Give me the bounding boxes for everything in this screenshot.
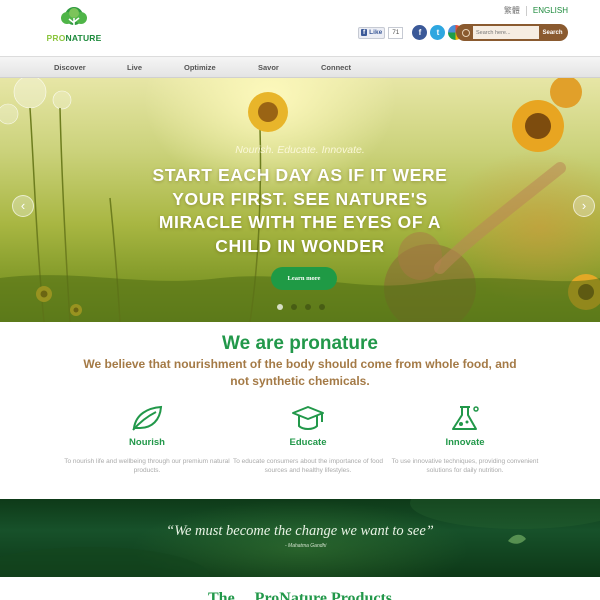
search-input[interactable] — [473, 26, 539, 39]
quote-banner: “We must become the change we want to se… — [0, 499, 600, 577]
leaf-icon — [62, 404, 232, 434]
search-box: Search — [456, 24, 568, 41]
slider-next-arrow-icon[interactable]: › — [573, 195, 595, 217]
pillar-title: Nourish — [129, 437, 165, 448]
learn-more-button[interactable]: Learn more — [271, 267, 337, 290]
hero-slider: Nourish. Educate. Innovate. Start each d… — [0, 78, 600, 322]
lang-divider — [525, 5, 527, 16]
flask-icon — [380, 404, 550, 434]
facebook-icon[interactable]: f — [412, 25, 428, 40]
pillar-nourish: Nourish To nourish life and wellbeing th… — [62, 404, 232, 475]
pillar-text: To nourish life and wellbeing through ou… — [64, 458, 230, 474]
hero-tagline: Nourish. Educate. Innovate. — [235, 144, 365, 156]
pillar-text: To educate consumers about the importanc… — [233, 458, 383, 474]
slider-dot[interactable] — [277, 304, 283, 310]
language-switcher: 繁體 ENGLISH — [504, 5, 568, 16]
about-subtitle: We believe that nourishment of the body … — [83, 357, 517, 388]
like-label: Like — [369, 29, 383, 36]
pillar-title: Educate — [289, 437, 327, 448]
pillar-title: Innovate — [445, 437, 485, 448]
slider-dot[interactable] — [305, 304, 311, 310]
nav-item-live[interactable]: Live — [127, 57, 142, 78]
about-title: We are pronature — [222, 333, 378, 354]
search-button[interactable]: Search — [539, 26, 566, 39]
social-bar: f Like 71 f t — [358, 25, 464, 40]
nav-item-connect[interactable]: Connect — [321, 57, 351, 78]
logo-text: PRONATURE — [46, 33, 102, 43]
nav-item-discover[interactable]: Discover — [54, 57, 86, 78]
tree-logo-icon — [61, 7, 87, 31]
facebook-like-button[interactable]: f Like — [358, 26, 386, 39]
twitter-icon[interactable]: t — [430, 25, 446, 40]
page: PRONATURE 繁體 ENGLISH f Like 71 f t Searc… — [0, 0, 600, 600]
pillar-educate: Educate To educate consumers about the i… — [223, 404, 393, 475]
slider-pagination — [277, 304, 325, 310]
pillar-text: To use innovative techniques, providing … — [391, 458, 539, 474]
slider-dot[interactable] — [319, 304, 325, 310]
quote-author: - Mahatma Gandhi — [285, 543, 327, 549]
quote-text: “We must become the change we want to se… — [166, 523, 434, 539]
lang-chinese-link[interactable]: 繁體 — [504, 5, 520, 16]
search-icon — [462, 28, 470, 37]
lang-english-link[interactable]: ENGLISH — [533, 6, 568, 15]
main-nav: Discover Live Optimize Savor Connect — [0, 56, 600, 78]
slider-prev-arrow-icon[interactable]: ‹ — [12, 195, 34, 217]
graduation-cap-icon — [223, 404, 393, 434]
products-section-title: The ... ProNature Products — [208, 590, 392, 600]
pillar-innovate: Innovate To use innovative techniques, p… — [380, 404, 550, 475]
facebook-f-icon: f — [361, 29, 368, 36]
logo[interactable]: PRONATURE — [38, 6, 110, 48]
hero-headline: Start each day as if it were your first.… — [152, 165, 448, 256]
site-header: PRONATURE 繁體 ENGLISH f Like 71 f t Searc… — [0, 0, 600, 56]
slider-dot[interactable] — [291, 304, 297, 310]
like-count: 71 — [388, 26, 404, 39]
nav-item-savor[interactable]: Savor — [258, 57, 279, 78]
nav-item-optimize[interactable]: Optimize — [184, 57, 216, 78]
